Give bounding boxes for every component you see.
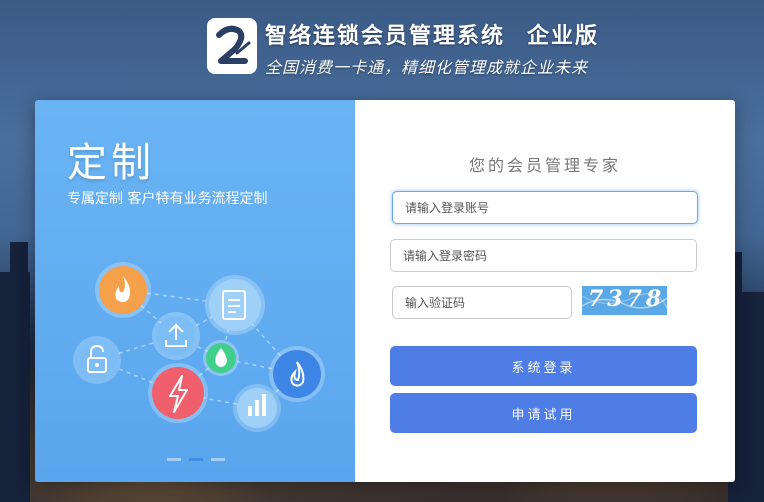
water-drop-icon — [203, 340, 239, 376]
carousel-dot[interactable] — [211, 458, 225, 461]
account-input[interactable] — [392, 191, 698, 224]
form-heading: 您的会员管理专家 — [468, 156, 621, 175]
unlock-icon — [73, 336, 121, 384]
feature-network-graphic — [73, 262, 325, 432]
upload-icon — [152, 312, 200, 360]
carousel-dot-active[interactable] — [189, 458, 203, 461]
captcha-image[interactable]: 7378 — [582, 286, 667, 315]
captcha-input[interactable] — [392, 286, 572, 319]
flame-icon — [269, 346, 325, 402]
login-form: 您的会员管理专家 7378 系统登录 申请试用 — [355, 100, 735, 482]
carousel-indicators — [167, 458, 225, 461]
trial-button[interactable]: 申请试用 — [390, 393, 697, 433]
bar-chart-icon — [233, 384, 281, 432]
edition-label: 企业版 — [527, 24, 600, 49]
login-panel: 定制 专属定制 客户特有业务流程定制 您的会员管理专家 请输入登录账号 输入验证… — [35, 100, 735, 482]
lightning-icon — [148, 363, 208, 423]
app-name: 智络连锁会员管理系统 — [265, 24, 506, 49]
document-icon — [205, 275, 265, 335]
promo-banner: 定制 专属定制 客户特有业务流程定制 — [35, 100, 355, 482]
app-title: 智络连锁会员管理系统 企业版 — [265, 18, 599, 50]
login-button[interactable]: 系统登录 — [390, 346, 697, 386]
brand-logo-icon — [207, 18, 257, 74]
password-input[interactable] — [390, 239, 697, 272]
fire-icon — [95, 262, 151, 318]
app-slogan: 全国消费一卡通，精细化管理成就企业未来 — [265, 58, 589, 77]
captcha-code: 7378 — [588, 286, 666, 312]
carousel-dot[interactable] — [167, 458, 181, 461]
